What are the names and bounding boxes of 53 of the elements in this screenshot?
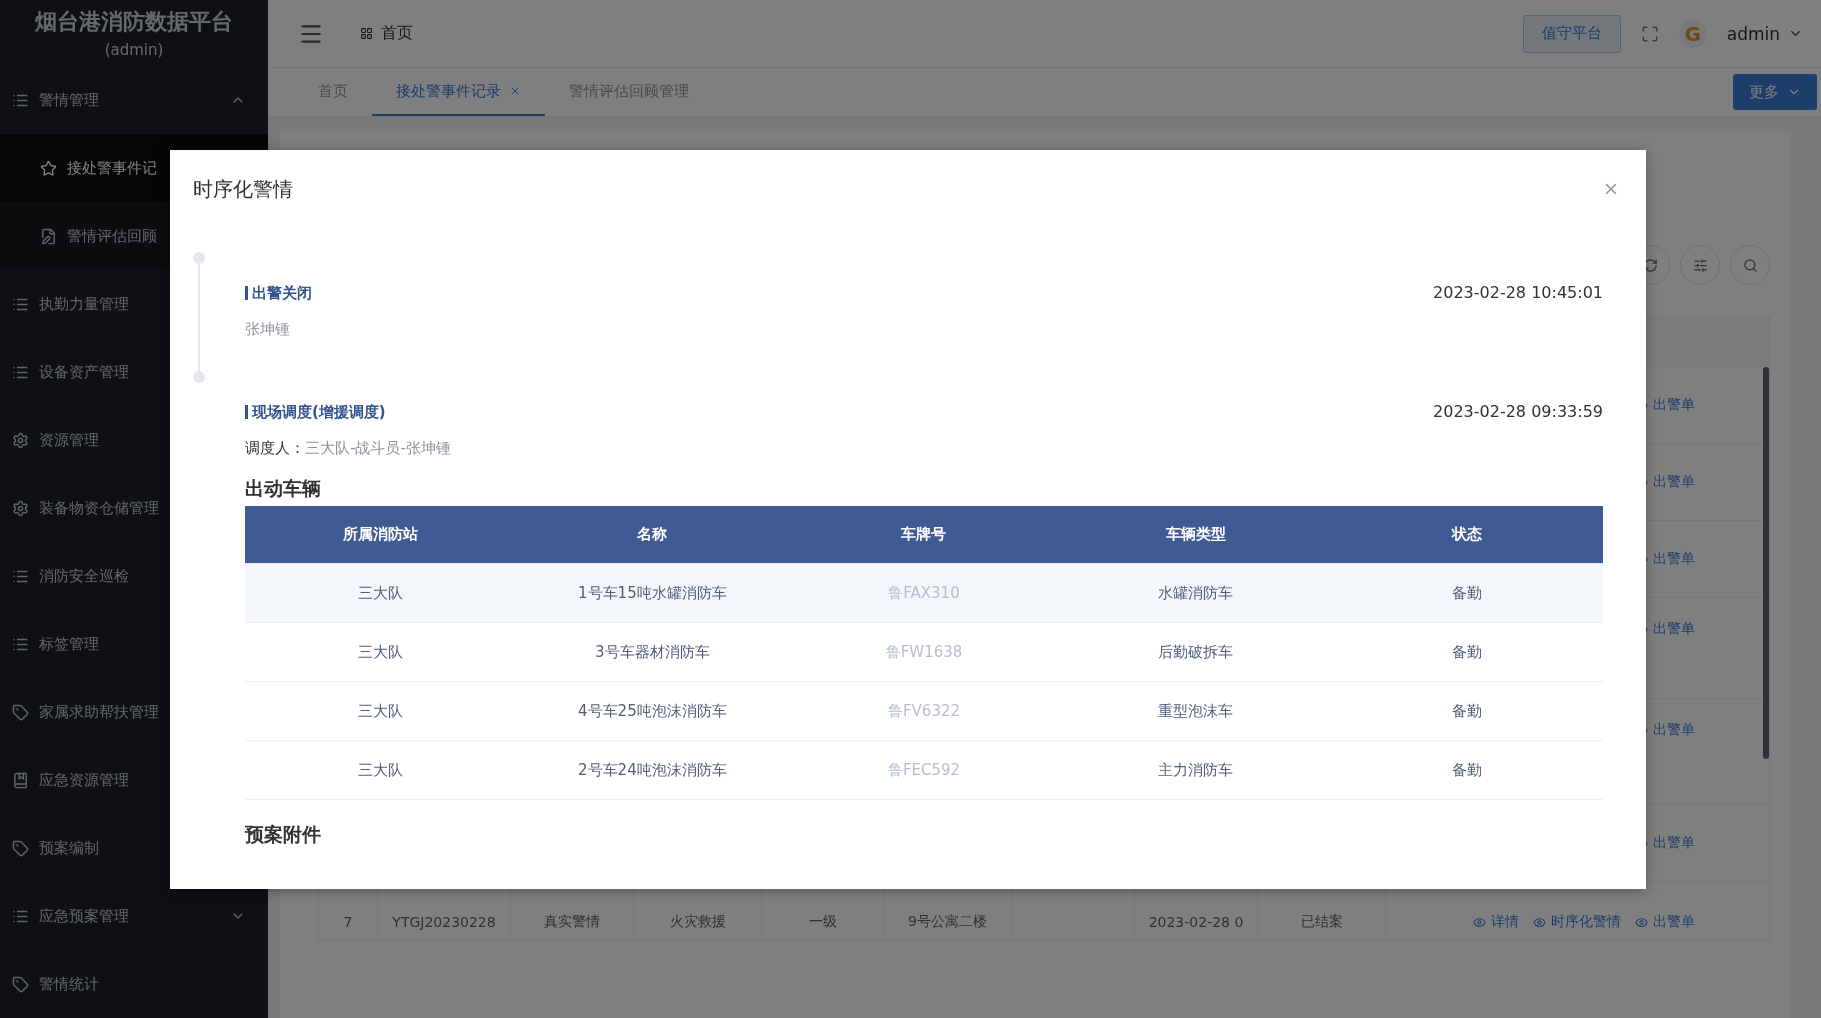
event-title: 出警关闭: [245, 285, 312, 300]
column-header: 车牌号: [900, 524, 948, 545]
table-cell-text: 三大队: [357, 582, 405, 604]
event-time: 2023-02-28 10:45:01: [1433, 283, 1603, 302]
table-cell-text: 备勤: [1451, 759, 1484, 781]
column-header: 车辆类型: [1164, 524, 1227, 545]
platform-subtitle: (admin): [104, 41, 164, 59]
breadcrumb[interactable]: 首页: [381, 23, 413, 44]
table-cell-text: 鲁FEC592: [886, 759, 962, 781]
action-link[interactable]: 详情: [1473, 913, 1519, 931]
column-header: 名称: [636, 524, 669, 545]
more-button[interactable]: 更多: [1733, 74, 1817, 110]
platform-title: 烟台港消防数据平台: [35, 8, 233, 36]
action-link[interactable]: 出警单: [1635, 913, 1695, 931]
sidebar-item[interactable]: 应急预案管理: [0, 882, 268, 950]
column-header: 所属消防站: [342, 524, 420, 545]
table-cell-text: 备勤: [1451, 700, 1484, 722]
sidebar-item[interactable]: 警情管理: [0, 66, 268, 134]
section-heading: 预案附件: [245, 822, 322, 847]
table-cell-text: 4号车25吨泡沫消防车: [577, 700, 728, 722]
table-cell-text: 三大队: [357, 759, 405, 781]
sidebar-item[interactable]: 警情统计: [0, 950, 268, 1018]
field-value: 三大队-战斗员-张坤锺: [305, 439, 451, 458]
table-cell-text: 主力消防车: [1157, 759, 1235, 781]
sidebar-item[interactable]: 家属求助帮扶管理: [0, 678, 268, 746]
avatar: G: [1678, 19, 1707, 48]
sidebar-item[interactable]: 应急资源管理: [0, 746, 268, 814]
event-time: 2023-02-28 09:33:59: [1433, 402, 1603, 421]
event-title: 现场调度(增援调度): [245, 404, 386, 419]
field-value: 张坤锺: [245, 320, 290, 339]
table-cell-text: 鲁FV6322: [886, 700, 962, 722]
table-cell-text: 3号车器材消防车: [594, 641, 711, 663]
table-cell-text: 1号车15吨水罐消防车: [577, 582, 728, 604]
field-label: 调度人：: [245, 439, 305, 458]
duty-platform-button[interactable]: 值守平台: [1522, 14, 1621, 53]
user-menu[interactable]: admin: [1726, 23, 1803, 44]
action-link[interactable]: 时序化警情: [1533, 913, 1621, 931]
section-heading: 出动车辆: [245, 476, 322, 501]
tab[interactable]: 接处警事件记录: [372, 68, 545, 116]
sidebar-item[interactable]: 消防安全巡检: [0, 542, 268, 610]
table-cell-text: 鲁FAX310: [887, 582, 961, 604]
table-cell-text: 水罐消防车: [1157, 582, 1235, 604]
table-cell-text: 三大队: [357, 641, 405, 663]
table-cell-text: 三大队: [357, 700, 405, 722]
table-cell-text: 2号车24吨泡沫消防车: [577, 759, 728, 781]
table-cell-text: 鲁FW1638: [884, 641, 964, 663]
table-cell-text: 重型泡沫车: [1157, 700, 1235, 722]
table-cell-text: 备勤: [1451, 582, 1484, 604]
sidebar-item[interactable]: 标签管理: [0, 610, 268, 678]
sidebar-item[interactable]: 设备资产管理: [0, 338, 268, 406]
table-cell-text: 后勤破拆车: [1157, 641, 1235, 663]
table-cell-text: 备勤: [1451, 641, 1484, 663]
column-header: 状态: [1450, 524, 1484, 545]
